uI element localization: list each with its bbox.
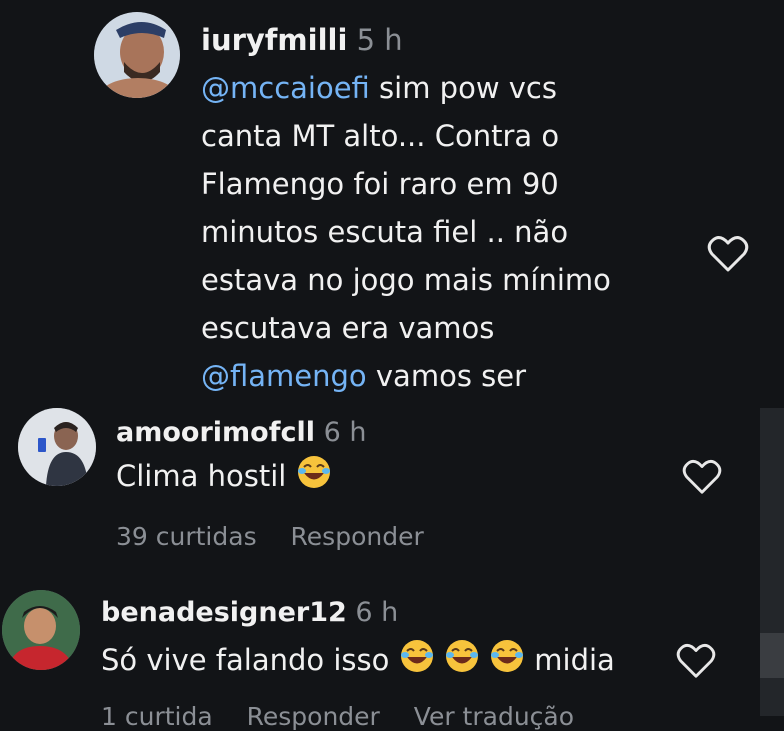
comment-text: escutava era vamos [201, 311, 495, 345]
timestamp: 5 h [356, 23, 403, 57]
like-heart-icon[interactable] [676, 642, 716, 680]
mention-link[interactable]: @mccaioefi [201, 71, 370, 105]
comment-text: Clima hostil [116, 459, 287, 493]
comment-text: canta MT alto... Contra o [201, 119, 560, 153]
username[interactable]: iuryfmilli [201, 23, 347, 57]
likes-count[interactable]: 1 curtida [101, 702, 213, 731]
comment-text: estava no jogo mais mínimo [201, 263, 611, 297]
comment-line: Flamengo foi raro em 90 [201, 160, 611, 208]
like-heart-icon[interactable] [707, 234, 749, 274]
comment-line: canta MT alto... Contra o [201, 112, 611, 160]
comment-amoorimofcll: amoorimofcll 6 h Clima hostil 39 curtida… [0, 400, 784, 570]
likes-count[interactable]: 39 curtidas [116, 522, 257, 551]
timestamp: 6 h [355, 597, 399, 628]
comment-line: @flamengo vamos ser [201, 352, 611, 400]
comment-text: Só vive falando isso [101, 643, 390, 677]
username[interactable]: amoorimofcll [116, 417, 315, 448]
mention-link[interactable]: @flamengo [201, 359, 367, 393]
avatar[interactable] [18, 408, 96, 486]
avatar[interactable] [2, 590, 80, 670]
comment-line: @mccaioefi sim pow vcs [201, 64, 611, 112]
timestamp: 6 h [323, 417, 367, 448]
comment-benadesigner12: benadesigner12 6 h Só vive falando isso … [0, 580, 784, 731]
comment-text: sim pow vcs [369, 71, 557, 105]
scrollbar-thumb[interactable] [760, 633, 784, 678]
laughing-face-icon [399, 638, 435, 686]
comment-line: minutos escuta fiel .. não [201, 208, 611, 256]
comment-line: estava no jogo mais mínimo [201, 256, 611, 304]
comment-line: escutava era vamos [201, 304, 611, 352]
comment-iuryfmilli: iuryfmilli 5 h @mccaioefi sim pow vcs ca… [0, 0, 784, 400]
comment-meta: 39 curtidas Responder [116, 522, 450, 551]
username[interactable]: benadesigner12 [101, 597, 347, 628]
avatar[interactable] [94, 12, 180, 98]
comment-text: Flamengo foi raro em 90 [201, 167, 559, 201]
reply-button[interactable]: Responder [247, 702, 380, 731]
like-heart-icon[interactable] [682, 458, 722, 496]
reply-button[interactable]: Responder [291, 522, 424, 551]
translate-button[interactable]: Ver tradução [414, 702, 574, 731]
comment-text: vamos ser [366, 359, 527, 393]
laughing-face-icon [489, 638, 525, 686]
comment-meta: 1 curtida Responder Ver tradução [101, 702, 600, 731]
laughing-face-icon [296, 454, 332, 502]
comment-text: minutos escuta fiel .. não [201, 215, 569, 249]
laughing-face-icon [444, 638, 480, 686]
comment-text: midia [534, 643, 615, 677]
